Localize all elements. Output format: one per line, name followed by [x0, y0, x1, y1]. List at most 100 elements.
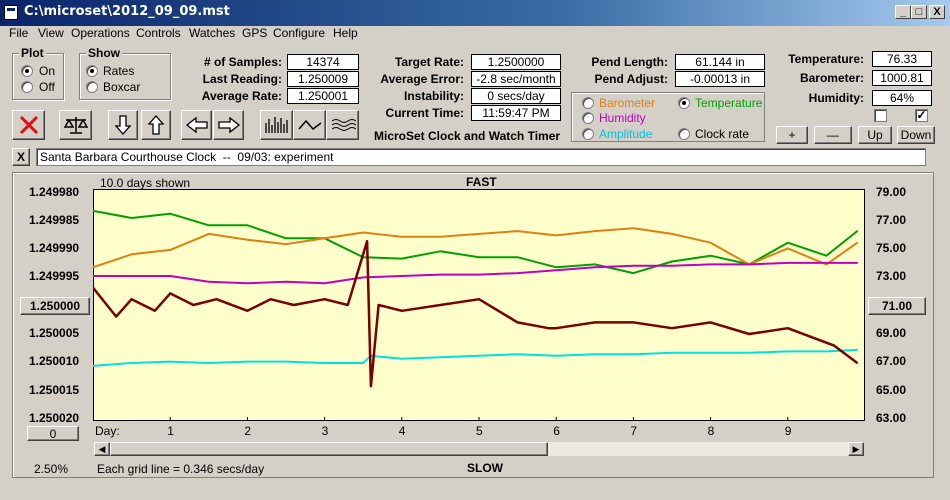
series-point-clock-rate: [817, 339, 820, 341]
move-up-button[interactable]: [141, 110, 171, 140]
series-point-clock-rate: [856, 362, 859, 364]
aux-clock-rate-radio[interactable]: [678, 128, 690, 140]
plot-on-radio[interactable]: [21, 65, 33, 77]
series-point-barometer: [594, 230, 596, 232]
series-point-humidity: [555, 269, 557, 271]
menu-help[interactable]: Help: [333, 26, 358, 40]
aux-temperature-label: Temperature: [695, 96, 763, 110]
aux-down-button[interactable]: Down: [897, 126, 935, 144]
series-point-barometer: [671, 233, 673, 235]
move-down-button[interactable]: [108, 110, 138, 140]
day-tick-label: 6: [553, 424, 560, 438]
menu-configure[interactable]: Configure: [273, 26, 325, 40]
scroll-right-button[interactable]: ▶: [848, 442, 864, 456]
menu-operations[interactable]: Operations: [71, 26, 130, 40]
menu-gps[interactable]: GPS: [242, 26, 267, 40]
clear-description-button[interactable]: X: [12, 148, 30, 166]
series-point-clock-rate: [555, 327, 557, 329]
series-point-humidity: [787, 262, 789, 264]
left-axis-center-button[interactable]: 1.250000: [20, 297, 90, 315]
series-point-clock-rate: [401, 310, 403, 312]
pend-length-field[interactable]: 61.144 in: [675, 54, 765, 70]
series-point-temperature: [130, 217, 133, 219]
delete-icon: [19, 115, 38, 135]
series-point-temperature: [709, 254, 712, 257]
aux-minus-button[interactable]: —: [814, 126, 852, 144]
series-point-temperature: [856, 230, 859, 232]
series-point-amplitude: [709, 352, 712, 354]
scroll-thumb[interactable]: [110, 442, 548, 456]
aux-humidity-label: Humidity: [599, 111, 646, 125]
move-right-button[interactable]: [213, 110, 244, 140]
zero-button[interactable]: 0: [27, 426, 79, 441]
series-point-clock-rate: [594, 321, 596, 324]
aux-plus-button[interactable]: +: [776, 126, 808, 144]
series-point-amplitude: [594, 353, 596, 356]
menu-controls[interactable]: Controls: [136, 26, 181, 40]
series-point-humidity: [362, 276, 365, 279]
day-tick-label: 8: [707, 424, 715, 438]
series-point-barometer: [516, 230, 519, 232]
slow-label: SLOW: [467, 461, 503, 475]
instability-field: 0 secs/day: [471, 88, 561, 104]
wave-graph-button[interactable]: [326, 110, 359, 140]
bar-graph-button[interactable]: [260, 110, 293, 140]
show-boxcar-radio[interactable]: [86, 81, 98, 93]
aux-amplitude-radio[interactable]: [582, 128, 594, 140]
series-point-clock-rate: [292, 304, 295, 306]
move-left-button[interactable]: [181, 110, 212, 140]
series-point-barometer: [246, 239, 249, 241]
series-point-barometer: [285, 243, 287, 245]
fast-label: FAST: [466, 175, 497, 189]
checkbox-right[interactable]: ✓: [915, 109, 928, 122]
y-left-tick: 1.250010: [29, 354, 80, 368]
series-point-clock-rate: [192, 304, 195, 306]
series-point-barometer: [856, 241, 859, 244]
day-tick-label: 4: [398, 424, 406, 438]
aux-barometer-radio[interactable]: [582, 97, 594, 109]
pend-adjust-field: -0.00013 in: [675, 71, 765, 87]
menu-view[interactable]: View: [38, 26, 64, 40]
scroll-left-button[interactable]: ◀: [94, 442, 110, 456]
series-point-clock-rate: [478, 298, 480, 300]
series-point-humidity: [516, 272, 519, 274]
series-point-temperature: [671, 260, 673, 263]
minimize-button[interactable]: _: [895, 5, 911, 19]
series-point-humidity: [130, 275, 133, 277]
app-title: MicroSet Clock and Watch Timer: [374, 129, 561, 143]
checkbox-left[interactable]: [874, 109, 887, 122]
aux-humidity-radio[interactable]: [582, 112, 594, 124]
aux-clock-rate-label: Clock rate: [695, 127, 750, 141]
close-window-button[interactable]: X: [929, 5, 945, 19]
wave-graph-icon: [331, 119, 356, 131]
show-rates-radio[interactable]: [86, 65, 98, 77]
line-graph-button[interactable]: [293, 110, 326, 140]
window-title: C:\microset\2012_09_09.mst: [24, 4, 230, 19]
series-point-humidity: [169, 275, 171, 277]
aux-amplitude-label: Amplitude: [599, 127, 653, 141]
series-point-amplitude: [555, 355, 557, 357]
show-group-title: Show: [86, 46, 122, 60]
balance-button[interactable]: [59, 110, 92, 140]
plot-on-label: On: [39, 64, 56, 78]
aux-up-button[interactable]: Up: [858, 126, 892, 144]
series-point-barometer: [439, 236, 442, 238]
y-right-tick: 77.00: [876, 213, 907, 227]
series-point-temperature: [208, 224, 210, 227]
y-left-tick: 1.250020: [29, 411, 80, 425]
maximize-button[interactable]: □: [911, 5, 927, 19]
description-field[interactable]: Santa Barbara Courthouse Clock -- 09/03:…: [36, 148, 926, 166]
aux-temperature-radio[interactable]: [678, 97, 690, 109]
right-axis-center-button[interactable]: 71.00: [868, 297, 926, 315]
menu-file[interactable]: File: [9, 26, 28, 40]
arrow-right-icon: [217, 116, 240, 134]
y-right-tick: 73.00: [876, 269, 907, 283]
target-rate-field[interactable]: 1.2500000: [471, 54, 561, 70]
horizontal-scrollbar[interactable]: ◀ ▶: [93, 441, 865, 457]
menu-watches[interactable]: Watches: [189, 26, 235, 40]
arrow-left-icon: [185, 116, 208, 134]
series-point-amplitude: [323, 362, 326, 364]
delete-button[interactable]: [12, 110, 45, 140]
plot-background: [93, 189, 865, 421]
plot-off-radio[interactable]: [21, 81, 33, 93]
